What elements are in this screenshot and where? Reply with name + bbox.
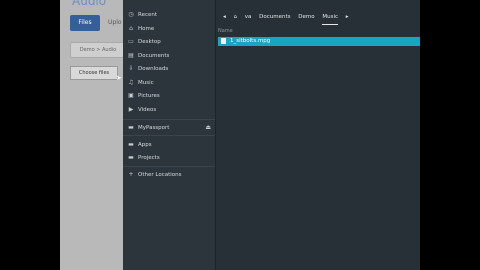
tab-upload[interactable]: Uplo bbox=[108, 19, 122, 26]
documents-icon: ▤ bbox=[128, 52, 134, 59]
place-home[interactable]: ⌂ Home bbox=[127, 23, 154, 34]
sidebar-divider bbox=[123, 166, 215, 167]
place-apps[interactable]: ▬ Apps bbox=[127, 139, 151, 150]
eject-icon[interactable]: ⏏ bbox=[205, 122, 211, 133]
place-recent[interactable]: ◷ Recent bbox=[127, 9, 157, 20]
path-segment-documents[interactable]: Documents bbox=[259, 10, 290, 24]
place-music[interactable]: ♫ Music bbox=[127, 77, 153, 88]
place-downloads[interactable]: ⇩ Downloads bbox=[127, 63, 168, 74]
place-other-locations[interactable]: + Other Locations bbox=[127, 169, 181, 180]
page-title: Audio bbox=[72, 0, 107, 8]
tab-files[interactable]: Files bbox=[70, 15, 100, 31]
path-bar: ◂ ⌂ va Documents Demo Music ▸ bbox=[223, 10, 355, 25]
place-projects[interactable]: ▬ Projects bbox=[127, 152, 160, 163]
file-row[interactable]: 1_sitbolts.mpg bbox=[218, 37, 420, 46]
place-documents[interactable]: ▤ Documents bbox=[127, 50, 169, 61]
home-icon: ⌂ bbox=[129, 25, 133, 32]
folder-icon: ▬ bbox=[128, 141, 134, 148]
forward-icon[interactable]: ▸ bbox=[346, 10, 349, 24]
drive-icon: ▬ bbox=[128, 124, 134, 131]
place-mypassport[interactable]: ▬ MyPassport ⏏ bbox=[127, 122, 211, 133]
pictures-icon: ▣ bbox=[128, 92, 134, 99]
mouse-cursor-icon: ➤ bbox=[116, 74, 122, 82]
screen: Audio Files Uplo Demo > Audio Choose fil… bbox=[60, 0, 420, 270]
downloads-icon: ⇩ bbox=[128, 65, 134, 72]
file-chooser-dialog: ◷ Recent ⌂ Home ▭ Desktop ▤ Documents ⇩ Downl… bbox=[123, 0, 420, 270]
place-desktop[interactable]: ▭ Desktop bbox=[127, 36, 161, 47]
plus-icon: + bbox=[128, 171, 134, 178]
places-sidebar: ◷ Recent ⌂ Home ▭ Desktop ▤ Documents ⇩ Downl… bbox=[123, 0, 216, 270]
clock-icon: ◷ bbox=[128, 11, 134, 18]
choose-files-button[interactable]: Choose files bbox=[70, 66, 118, 80]
audio-file-icon bbox=[221, 38, 226, 44]
back-icon[interactable]: ◂ bbox=[223, 10, 226, 24]
file-name: 1_sitbolts.mpg bbox=[230, 38, 271, 44]
sidebar-divider bbox=[123, 119, 215, 120]
column-header-name[interactable]: Name bbox=[218, 28, 420, 36]
path-segment-va[interactable]: va bbox=[245, 10, 252, 24]
sidebar-divider bbox=[123, 135, 215, 136]
path-segment-demo[interactable]: Demo bbox=[298, 10, 314, 24]
place-videos[interactable]: ▶ Videos bbox=[127, 104, 157, 115]
music-icon: ♫ bbox=[128, 79, 134, 86]
breadcrumb: Demo > Audio bbox=[70, 42, 126, 58]
folder-icon: ▬ bbox=[128, 154, 134, 161]
path-segment-music[interactable]: Music bbox=[322, 10, 339, 25]
place-pictures[interactable]: ▣ Pictures bbox=[127, 90, 160, 101]
desktop-icon: ▭ bbox=[128, 38, 134, 45]
videos-icon: ▶ bbox=[128, 106, 134, 113]
home-icon[interactable]: ⌂ bbox=[234, 10, 238, 24]
